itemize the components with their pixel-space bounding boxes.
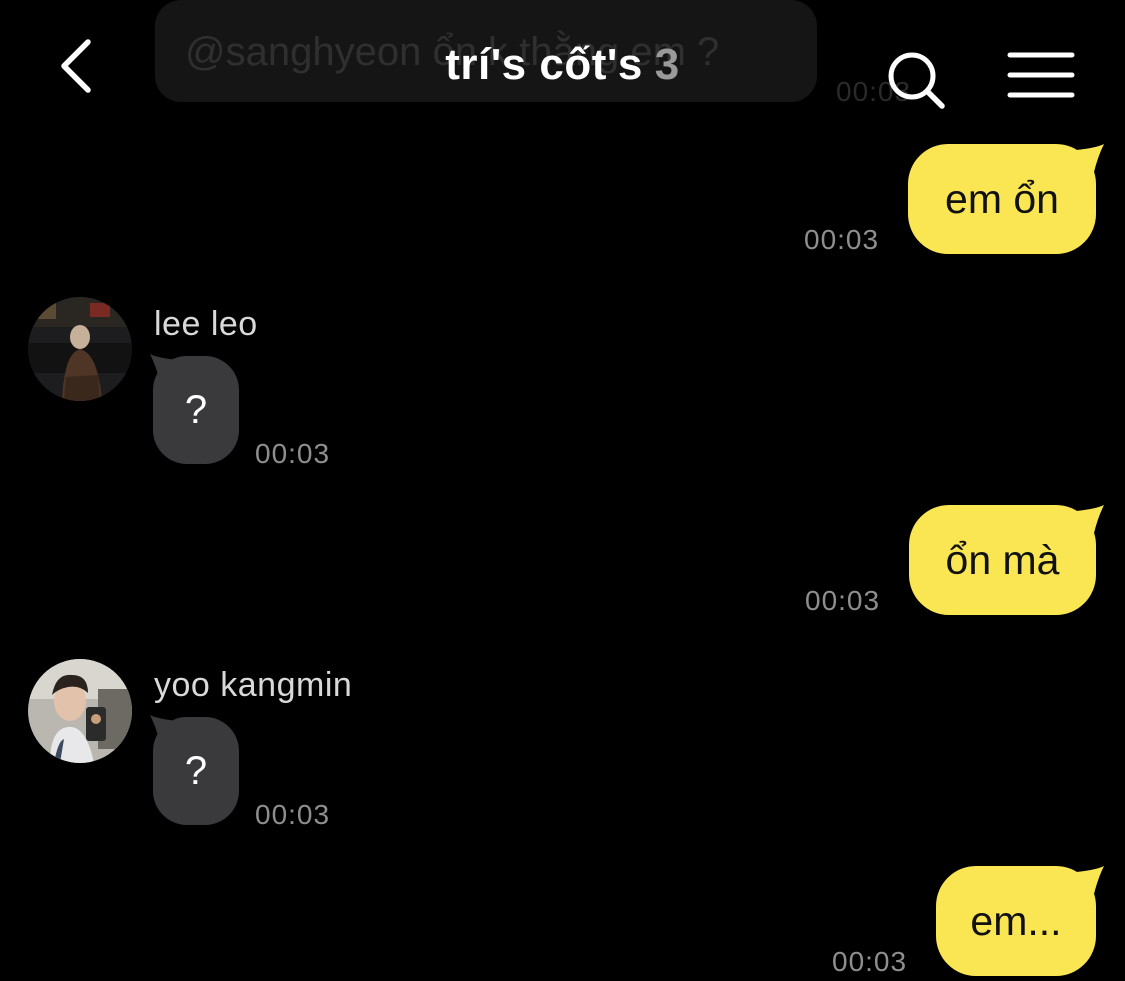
sender-name: yoo kangmin: [154, 666, 353, 704]
chevron-left-icon: [61, 39, 91, 93]
avatar[interactable]: [28, 659, 132, 763]
hamburger-menu-icon: [1007, 52, 1075, 98]
incoming-message-bubble[interactable]: ?: [153, 717, 239, 825]
chat-room-name[interactable]: trí's cốt's: [445, 40, 643, 89]
message-text: ?: [184, 748, 208, 793]
sender-name: lee leo: [154, 305, 258, 343]
message-time: 00:03: [255, 438, 331, 469]
incoming-message-bubble[interactable]: ?: [153, 356, 239, 464]
message-text: ?: [184, 387, 208, 432]
message-time: 00:03: [805, 585, 881, 616]
avatar[interactable]: [28, 297, 132, 401]
outgoing-message-bubble[interactable]: em...: [936, 866, 1096, 976]
message-time: 00:03: [255, 799, 331, 830]
message-text: em ổn: [945, 175, 1059, 222]
outgoing-message-bubble[interactable]: em ổn: [908, 144, 1096, 254]
menu-button[interactable]: [1006, 50, 1076, 102]
back-button[interactable]: [50, 30, 110, 100]
outgoing-message-bubble[interactable]: ổn mà: [909, 505, 1096, 615]
chat-title: trí's cốt's 3: [0, 40, 1125, 90]
message-text: ổn mà: [945, 536, 1060, 583]
member-count: 3: [654, 40, 680, 89]
bubble-tail-decoration: [1076, 505, 1104, 533]
chat-header: trí's cốt's 3: [0, 0, 1125, 140]
avatar-photo-lee-leo: [28, 297, 132, 401]
message-text: em...: [970, 897, 1062, 944]
search-button[interactable]: [884, 48, 950, 114]
bubble-tail-decoration: [1076, 866, 1104, 894]
bubble-tail-decoration: [1076, 144, 1104, 172]
message-time: 00:03: [832, 946, 908, 977]
message-time: 00:03: [804, 224, 880, 255]
avatar-photo-yoo-kangmin: [28, 659, 132, 763]
search-icon: [888, 52, 945, 109]
